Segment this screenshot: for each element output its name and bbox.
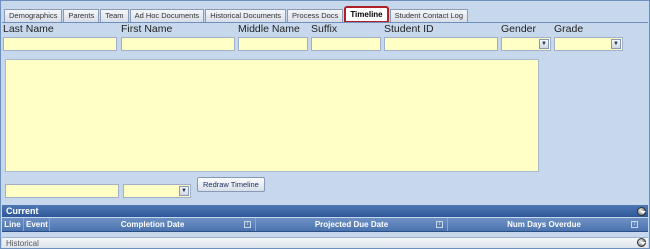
last-name-field[interactable] [3,37,117,51]
col-num-days-overdue[interactable]: Num Days Overdue ↕ [448,218,640,231]
last-name-label: Last Name [3,23,54,35]
timeline-date-field[interactable] [5,184,119,198]
student-id-field[interactable] [384,37,498,51]
gender-select[interactable]: ▼ [501,37,551,51]
suffix-field[interactable] [311,37,381,51]
student-id-label: Student ID [384,23,434,35]
tab-timeline[interactable]: Timeline [344,6,389,23]
sort-icon[interactable]: ↕ [436,221,443,228]
suffix-label: Suffix [311,23,338,35]
redraw-timeline-button[interactable]: Redraw Timeline [197,177,265,192]
tab-process-docs[interactable]: Process Docs [287,9,344,23]
middle-name-field[interactable] [238,37,308,51]
col-line[interactable]: Line [2,218,24,231]
col-completion-date[interactable]: Completion Date ↕ [50,218,256,231]
dropdown-arrow-icon[interactable]: ▼ [611,39,621,49]
tab-demographics[interactable]: Demographics [4,9,63,23]
tab-team[interactable]: Team [100,9,129,23]
tab-parents[interactable]: Parents [63,9,100,23]
dropdown-arrow-icon[interactable]: ▼ [539,39,549,49]
expand-circle-icon[interactable] [637,207,646,216]
col-num-days-overdue-label: Num Days Overdue [507,220,581,229]
col-projected-due-date[interactable]: Projected Due Date ↕ [256,218,448,231]
tab-bar: Demographics Parents Team Ad Hoc Documen… [4,6,469,23]
first-name-label: First Name [121,23,173,35]
middle-name-label: Middle Name [238,23,300,35]
tab-ad-hoc-documents[interactable]: Ad Hoc Documents [129,9,205,23]
grade-label: Grade [554,23,584,35]
current-panel-header[interactable]: Current [2,205,648,217]
grade-select[interactable]: ▼ [554,37,623,51]
dropdown-arrow-icon[interactable]: ▼ [179,186,189,196]
student-record-frame: Demographics Parents Team Ad Hoc Documen… [0,0,650,249]
historical-panel-header[interactable]: Historical [2,237,648,248]
col-event[interactable]: Event [24,218,50,231]
current-panel-title: Current [6,206,39,216]
sort-icon[interactable]: ↕ [631,221,638,228]
tab-historical-documents[interactable]: Historical Documents [205,9,287,23]
historical-panel-title: Historical [6,239,39,248]
gender-label: Gender [501,23,537,35]
first-name-field[interactable] [121,37,235,51]
tab-student-contact-log[interactable]: Student Contact Log [389,9,469,23]
current-table-header: Line Event Completion Date ↕ Projected D… [2,218,648,232]
timeline-range-select[interactable]: ▼ [123,184,191,198]
expand-circle-icon[interactable] [637,238,646,247]
col-completion-date-label: Completion Date [120,220,185,229]
col-projected-due-date-label: Projected Due Date [314,220,389,229]
sort-icon[interactable]: ↕ [244,221,251,228]
timeline-canvas [5,59,539,172]
